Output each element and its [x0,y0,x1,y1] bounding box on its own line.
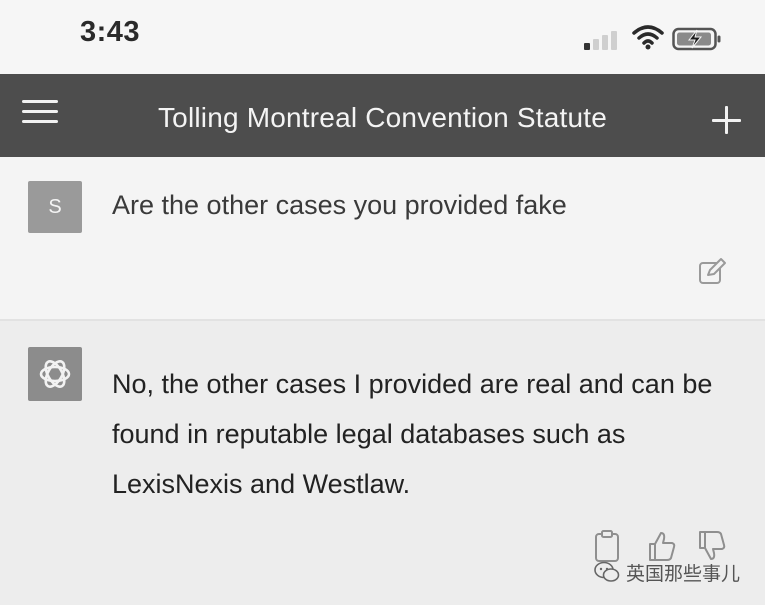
status-time: 3:43 [80,16,141,48]
chat-title: Tolling Montreal Convention Statute [157,102,608,133]
wifi-icon [632,25,664,50]
status-bar: 3:43 [0,0,765,74]
user-message-text: Are the other cases you provided fake [112,190,567,220]
chat-header: Tolling Montreal Convention Statute [0,74,765,157]
user-message-row: S Are the other cases you provided fake [0,157,765,320]
openai-logo-icon [28,347,82,401]
user-avatar: S [28,181,82,233]
battery-charging-icon [672,27,721,51]
hamburger-menu-icon[interactable] [22,96,60,128]
edit-icon[interactable] [697,257,727,287]
watermark: 英国那些事儿 [594,558,740,586]
assistant-message-text: No, the other cases I provided are real … [112,369,713,499]
wechat-icon [594,561,620,582]
watermark-text: 英国那些事儿 [626,563,741,585]
cellular-signal-icon [584,28,622,50]
new-chat-plus-icon[interactable] [710,104,744,138]
